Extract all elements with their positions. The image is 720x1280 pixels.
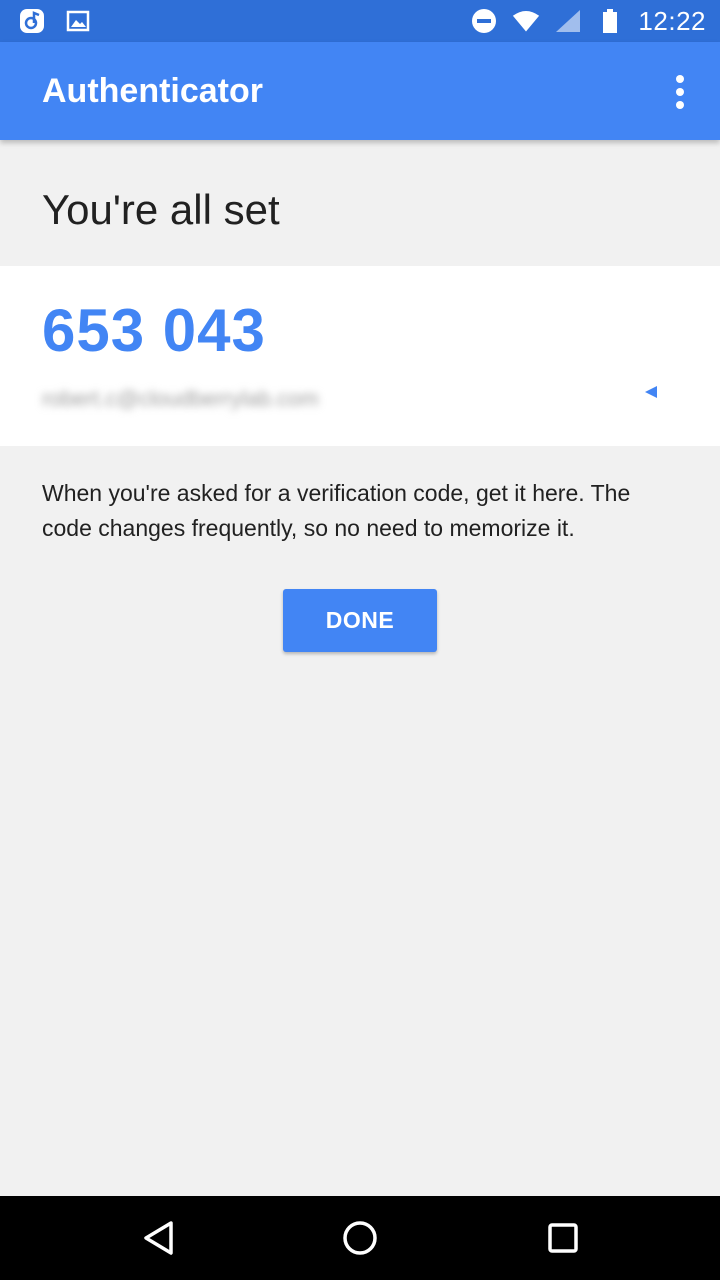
description-text: When you're asked for a verification cod… xyxy=(42,480,631,541)
do-not-disturb-icon xyxy=(470,7,498,35)
recents-icon[interactable] xyxy=(541,1216,585,1260)
music-app-icon xyxy=(18,7,46,35)
overflow-menu-icon[interactable] xyxy=(662,72,698,112)
status-time: 12:22 xyxy=(638,5,706,36)
done-button[interactable]: DONE xyxy=(283,589,437,652)
home-icon[interactable] xyxy=(338,1216,382,1260)
cell-signal-icon xyxy=(554,7,582,35)
account-label: robert.c@cloudberrylab.com xyxy=(42,386,319,411)
back-icon[interactable] xyxy=(136,1216,180,1260)
page-title: You're all set xyxy=(42,186,280,233)
code-card[interactable]: 653 043 robert.c@cloudberrylab.com xyxy=(0,266,720,446)
navigation-bar xyxy=(0,1196,720,1280)
wifi-icon xyxy=(512,7,540,35)
image-icon xyxy=(64,7,92,35)
battery-icon xyxy=(596,7,624,35)
app-title: Authenticator xyxy=(42,72,263,110)
status-bar: 12:22 xyxy=(0,0,720,42)
verification-code: 653 043 xyxy=(42,297,266,364)
app-bar: Authenticator xyxy=(0,42,720,140)
countdown-timer-icon xyxy=(645,386,657,398)
